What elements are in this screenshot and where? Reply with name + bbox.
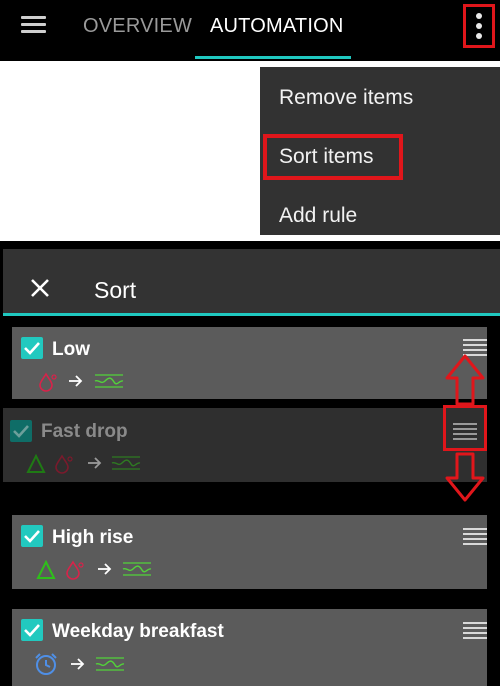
drop-icon [55, 454, 73, 474]
sort-screen: Sort Low Fast drop High rise Weekday bre… [0, 241, 500, 686]
rule-name: Fast drop [41, 421, 128, 442]
close-icon[interactable] [29, 277, 51, 299]
rule-checkbox[interactable] [21, 337, 43, 359]
app-bar: OVERVIEW AUTOMATION [0, 0, 500, 61]
tab-automation[interactable]: AUTOMATION [210, 15, 343, 38]
drag-handle-icon[interactable] [463, 339, 487, 356]
glucose-trend-icon [122, 562, 152, 576]
rule-name: Weekday breakfast [52, 621, 224, 642]
rule-checkbox[interactable] [21, 619, 43, 641]
alarm-clock-icon [35, 653, 57, 675]
rule-card-weekday-breakfast[interactable]: Weekday breakfast [12, 609, 487, 686]
rule-name: High rise [52, 527, 134, 548]
menu-item-add-rule[interactable]: Add rule [279, 204, 357, 228]
more-options-button[interactable] [463, 4, 495, 48]
drag-handle-highlight [443, 405, 487, 451]
delta-icon [36, 560, 56, 579]
arrow-right-icon [88, 457, 102, 469]
sort-title: Sort [94, 277, 137, 303]
sort-items-highlight [263, 134, 403, 180]
menu-item-remove-items[interactable]: Remove items [279, 86, 413, 110]
rule-name: Low [52, 339, 90, 360]
tab-overview[interactable]: OVERVIEW [83, 15, 192, 38]
rule-checkbox[interactable] [21, 525, 43, 547]
rule-checkbox[interactable] [10, 420, 32, 442]
drag-handle-icon[interactable] [463, 622, 487, 639]
glucose-trend-icon [95, 657, 125, 671]
hamburger-icon[interactable] [21, 16, 46, 34]
arrow-right-icon [98, 563, 112, 575]
glucose-trend-icon [111, 456, 141, 470]
rule-card-low[interactable]: Low [12, 327, 487, 399]
drag-handle-icon[interactable] [463, 528, 487, 545]
active-tab-indicator [195, 56, 351, 59]
sort-toolbar: Sort [3, 249, 500, 313]
arrow-right-icon [71, 658, 85, 670]
more-vertical-icon [476, 13, 482, 19]
rule-card-high-rise[interactable]: High rise [12, 515, 487, 589]
arrow-right-icon [69, 375, 83, 387]
drop-icon [39, 372, 57, 392]
glucose-trend-icon [94, 374, 124, 388]
toolbar-accent-line [3, 313, 500, 316]
rule-card-fast-drop[interactable]: Fast drop [3, 408, 487, 482]
delta-icon [26, 454, 46, 473]
drop-icon [66, 560, 84, 580]
